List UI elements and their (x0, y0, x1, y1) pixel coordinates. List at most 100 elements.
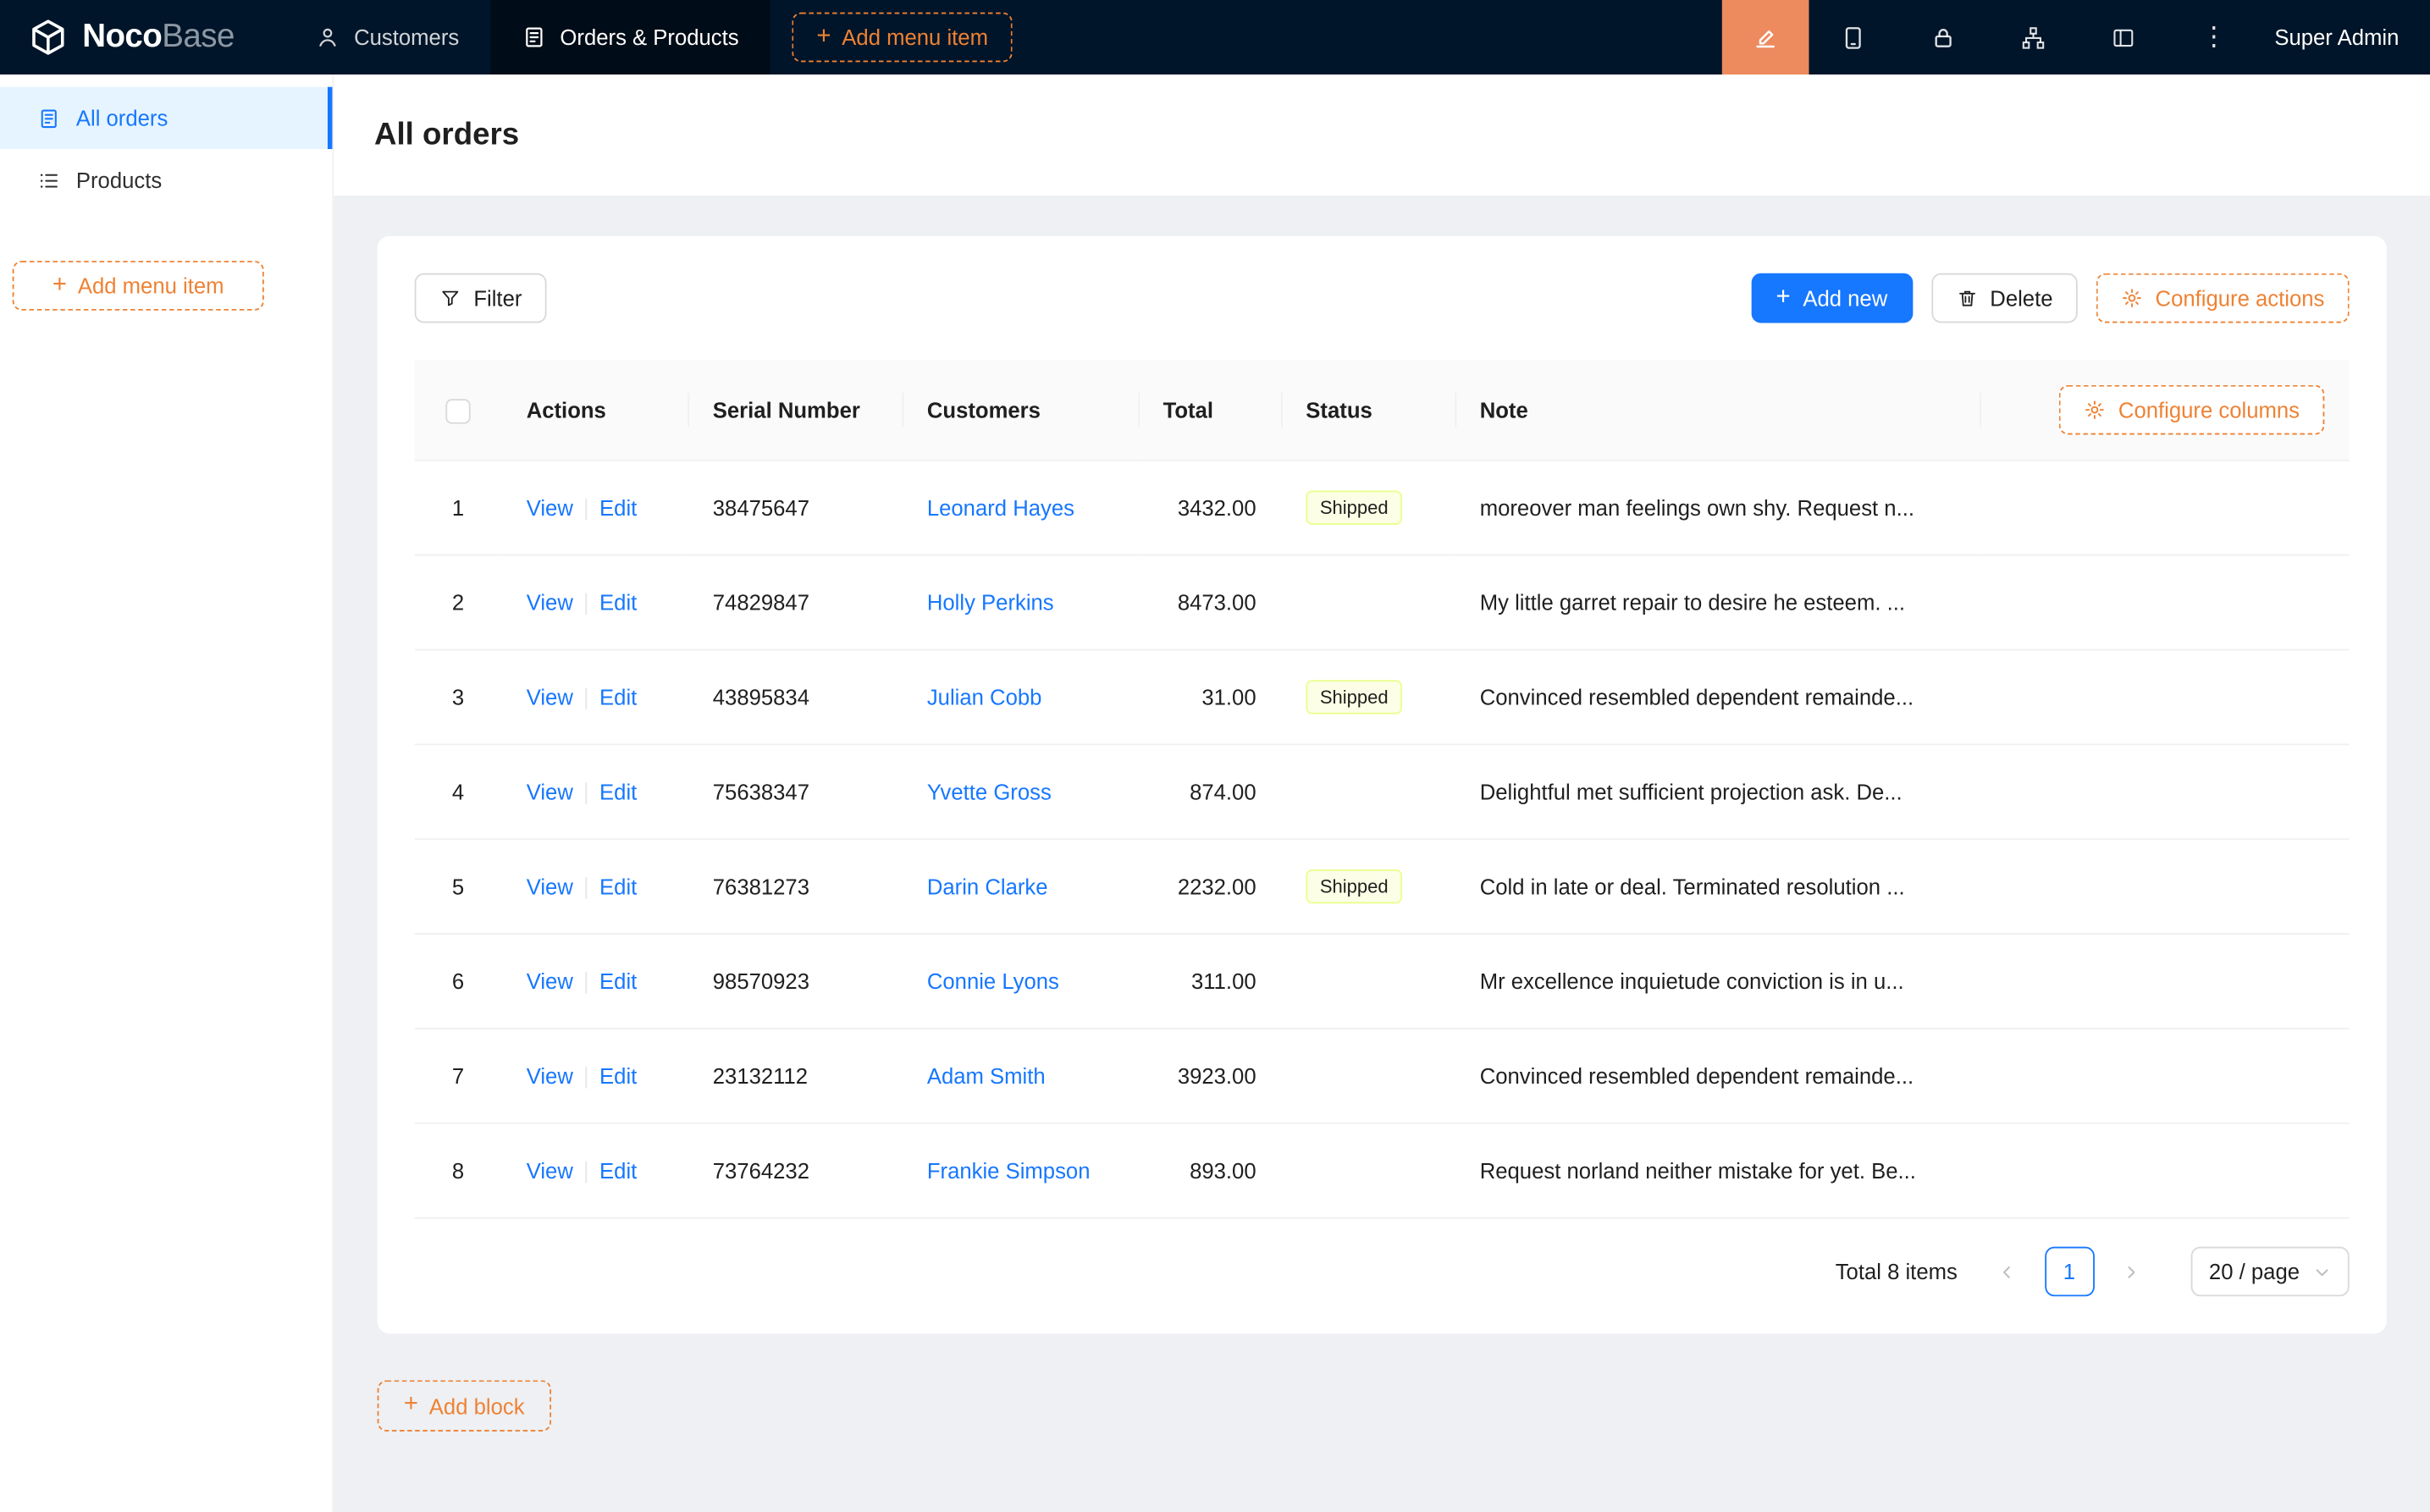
page-title: All orders (374, 117, 519, 152)
select-all-checkbox[interactable] (445, 399, 470, 423)
layout-icon (2111, 24, 2137, 50)
customer-link[interactable]: Leonard Hayes (927, 495, 1074, 520)
action-divider (586, 877, 588, 899)
status-tag: Shipped (1306, 869, 1402, 903)
actions-cell: View Edit (501, 1029, 688, 1123)
view-link[interactable]: View (527, 1158, 573, 1183)
empty-cell (1980, 1029, 2349, 1123)
customer-cell: Frankie Simpson (902, 1123, 1138, 1218)
row-index: 6 (415, 934, 502, 1029)
configure-actions-button[interactable]: Configure actions (2096, 273, 2350, 323)
orders-table: Actions Serial Number Customers Total St… (415, 360, 2350, 1218)
customer-link[interactable]: Darin Clarke (927, 874, 1048, 898)
edit-link[interactable]: Edit (599, 1063, 637, 1088)
delete-label: Delete (1990, 285, 2052, 310)
action-divider (586, 688, 588, 710)
status-tag: Shipped (1306, 491, 1402, 525)
note-cell: Convinced resembled dependent remainde..… (1455, 1029, 1980, 1123)
column-header-total: Total (1138, 360, 1281, 460)
serial-cell: 38475647 (688, 461, 902, 555)
page-number-1[interactable]: 1 (2045, 1247, 2095, 1297)
edit-link[interactable]: Edit (599, 874, 637, 898)
select-all-header (415, 360, 502, 460)
status-cell: Shipped (1281, 461, 1455, 555)
row-index: 5 (415, 839, 502, 934)
customer-link[interactable]: Adam Smith (927, 1063, 1046, 1088)
view-link[interactable]: View (527, 874, 573, 898)
edit-link[interactable]: Edit (599, 779, 637, 803)
orders-file-icon (522, 25, 546, 49)
view-link[interactable]: View (527, 590, 573, 615)
delete-button[interactable]: Delete (1931, 273, 2078, 323)
view-link[interactable]: View (527, 495, 573, 520)
customer-link[interactable]: Yvette Gross (927, 780, 1052, 804)
view-link[interactable]: View (527, 968, 573, 993)
empty-cell (1980, 744, 2349, 839)
edit-link[interactable]: Edit (599, 495, 637, 520)
action-divider (586, 499, 588, 521)
status-cell (1281, 744, 1455, 839)
customer-link[interactable]: Frankie Simpson (927, 1158, 1091, 1183)
add-block-button[interactable]: + Add block (378, 1380, 551, 1432)
status-tag: Shipped (1306, 680, 1402, 714)
configure-columns-button[interactable]: Configure columns (2059, 385, 2324, 435)
customer-cell: Darin Clarke (902, 839, 1138, 934)
top-navbar: NocoBase Customers Orders & Products + A… (0, 0, 2430, 74)
view-link[interactable]: View (527, 684, 573, 709)
prev-page-button[interactable] (1982, 1247, 2032, 1297)
more-options-button[interactable]: ⋮ (2169, 0, 2259, 74)
layout-settings-button[interactable] (2079, 0, 2168, 74)
edit-link[interactable]: Edit (599, 968, 637, 993)
api-nodes-icon (2021, 24, 2047, 50)
configure-columns-header: Configure columns (1980, 360, 2349, 460)
gear-icon (2121, 287, 2143, 309)
status-cell: Shipped (1281, 649, 1455, 744)
customer-link[interactable]: Holly Perkins (927, 590, 1054, 615)
sidebar-item-all-orders[interactable]: All orders (0, 87, 332, 149)
nav-item-customers[interactable]: Customers (284, 0, 490, 74)
row-index: 4 (415, 744, 502, 839)
customer-link[interactable]: Julian Cobb (927, 685, 1042, 709)
sidebar-item-products[interactable]: Products (0, 149, 332, 211)
total-cell: 893.00 (1138, 1123, 1281, 1218)
chevron-right-icon (2123, 1263, 2140, 1280)
note-cell: Request norland neither mistake for yet.… (1455, 1123, 1980, 1218)
filter-button[interactable]: Filter (415, 273, 547, 323)
ui-editor-toggle-button[interactable] (1721, 0, 1809, 74)
topbar-add-menu-item-button[interactable]: + Add menu item (792, 13, 1013, 63)
pagination-total: Total 8 items (1836, 1259, 1958, 1283)
list-icon (37, 168, 61, 192)
actions-cell: View Edit (501, 555, 688, 650)
note-cell: Cold in late or deal. Terminated resolut… (1455, 839, 1980, 934)
next-page-button[interactable] (2107, 1247, 2157, 1297)
nav-item-orders-products[interactable]: Orders & Products (490, 0, 770, 74)
customer-link[interactable]: Connie Lyons (927, 968, 1059, 993)
edit-link[interactable]: Edit (599, 1158, 637, 1183)
customer-cell: Holly Perkins (902, 555, 1138, 650)
total-cell: 311.00 (1138, 934, 1281, 1029)
row-index: 2 (415, 555, 502, 650)
plugins-button[interactable] (1989, 0, 2079, 74)
status-cell: Shipped (1281, 839, 1455, 934)
add-new-button[interactable]: + Add new (1751, 273, 1912, 323)
note-cell: moreover man feelings own shy. Request n… (1455, 461, 1980, 555)
total-cell: 3923.00 (1138, 1029, 1281, 1123)
edit-link[interactable]: Edit (599, 684, 637, 709)
view-link[interactable]: View (527, 1063, 573, 1088)
page-size-select[interactable]: 20 / page (2190, 1247, 2350, 1297)
edit-link[interactable]: Edit (599, 590, 637, 615)
permissions-button[interactable] (1899, 0, 1989, 74)
mobile-client-button[interactable] (1809, 0, 1898, 74)
tablet-icon (1841, 24, 1867, 50)
top-navigation: Customers Orders & Products (284, 0, 770, 74)
plus-icon: + (1776, 285, 1791, 310)
table-row: 1 ViewEdit 38475647 Leonard Hayes 3432.0… (415, 461, 2350, 555)
table-row: 6 ViewEdit 98570923 Connie Lyons 311.00 … (415, 934, 2350, 1029)
serial-cell: 76381273 (688, 839, 902, 934)
customer-cell: Adam Smith (902, 1029, 1138, 1123)
view-link[interactable]: View (527, 779, 573, 803)
user-menu[interactable]: Super Admin (2259, 0, 2430, 74)
sidebar-add-menu-item-button[interactable]: + Add menu item (13, 261, 264, 311)
table-row: 7 ViewEdit 23132112 Adam Smith 3923.00 C… (415, 1029, 2350, 1123)
nocobase-logo[interactable]: NocoBase (0, 0, 262, 74)
